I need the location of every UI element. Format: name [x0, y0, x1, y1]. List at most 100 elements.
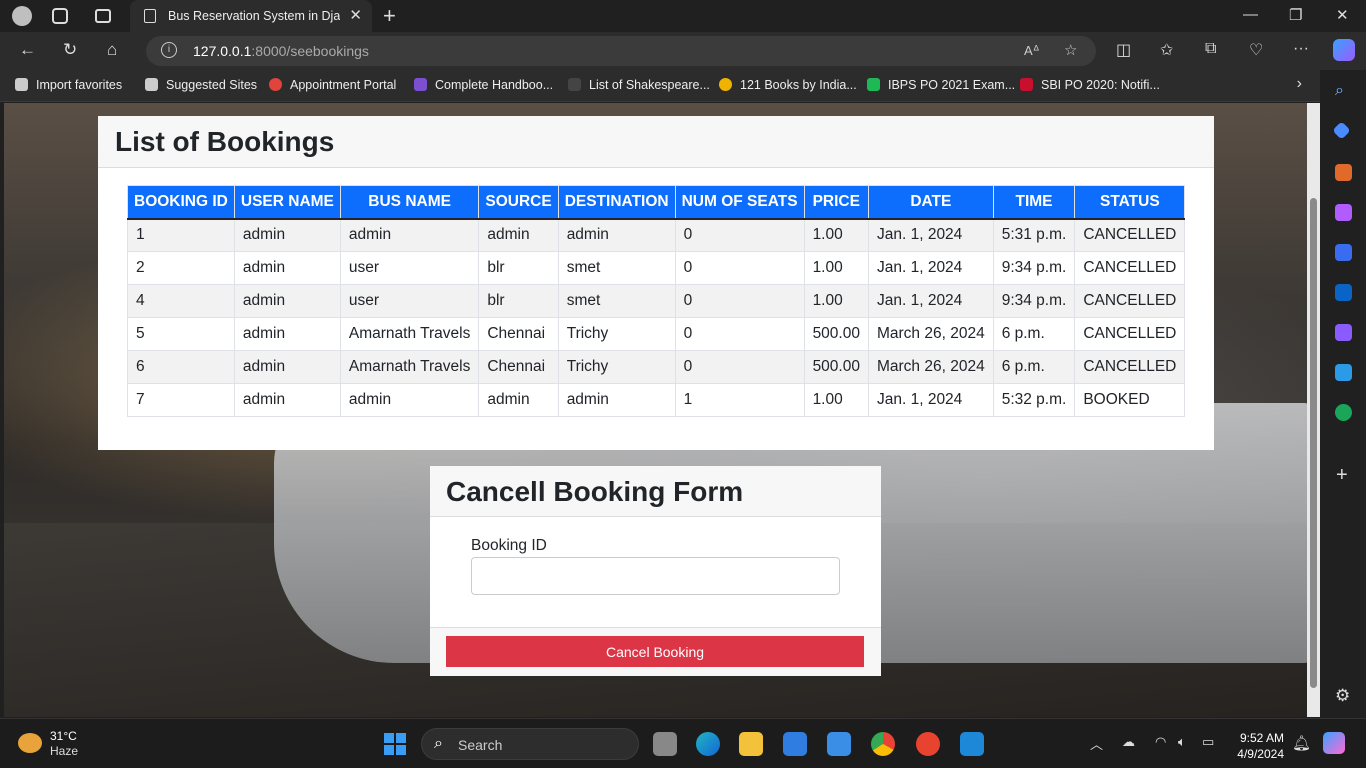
favorite-item[interactable]: IBPS PO 2021 Exam... [867, 78, 1015, 92]
task-view-icon[interactable] [653, 732, 677, 756]
table-row: 4 admin user blr smet 0 1.00 Jan. 1, 2024 9:34 p… [127, 284, 1186, 318]
table-cell: 6 p.m. [992, 350, 1076, 384]
favorite-item[interactable]: SBI PO 2020: Notifi... [1020, 78, 1160, 92]
games-icon[interactable] [1335, 204, 1352, 221]
copilot-icon[interactable] [1333, 39, 1355, 61]
favorite-item[interactable]: 121 Books by India... [719, 78, 857, 92]
favorite-item[interactable]: Appointment Portal [269, 78, 396, 92]
search-icon[interactable]: ⌕ [1335, 82, 1352, 99]
back-icon[interactable]: ← [19, 40, 36, 60]
page-icon [145, 78, 158, 91]
site-icon [867, 78, 880, 91]
scrollbar-thumb[interactable] [1310, 198, 1317, 688]
more-menu-icon[interactable]: ··· [1293, 40, 1309, 58]
edge-icon[interactable] [696, 732, 720, 756]
page-scrollbar[interactable] [1307, 103, 1320, 717]
notification-bell-icon[interactable]: 🔔︎ [1292, 734, 1311, 752]
table-cell: blr [478, 251, 559, 285]
onedrive-icon[interactable]: ☁ [1122, 734, 1135, 750]
cancel-booking-button[interactable]: Cancel Booking [446, 636, 864, 667]
refresh-icon[interactable]: ↻ [63, 40, 77, 60]
minimize-icon[interactable]: — [1243, 6, 1258, 23]
booking-id-input[interactable] [471, 557, 840, 595]
battery-icon[interactable]: ▭ [1202, 734, 1214, 750]
tools-icon[interactable] [1335, 164, 1352, 181]
m365-icon[interactable] [1335, 244, 1352, 261]
file-explorer-icon[interactable] [739, 732, 763, 756]
wifi-icon[interactable]: ◠ [1155, 734, 1166, 750]
table-cell: user [339, 284, 480, 318]
taskbar-clock[interactable]: 9:52 AM 4/9/2024 [1224, 730, 1284, 762]
table-cell: smet [557, 251, 676, 285]
start-button[interactable] [384, 733, 406, 755]
table-cell: user [339, 251, 480, 285]
tab-actions-icon[interactable] [95, 9, 111, 23]
home-icon[interactable]: ⌂ [107, 40, 117, 60]
mail-icon[interactable] [827, 732, 851, 756]
column-header: TIME [992, 185, 1076, 220]
favorite-item[interactable]: Import favorites [15, 78, 122, 92]
column-header: NUM OF SEATS [674, 185, 805, 220]
outlook-icon[interactable] [1335, 284, 1352, 301]
workspaces-icon[interactable] [52, 8, 68, 24]
site-info-icon[interactable]: i [161, 42, 177, 58]
table-cell: Jan. 1, 2024 [867, 251, 994, 285]
close-tab-icon[interactable]: ✕ [349, 6, 362, 24]
table-cell: 1.00 [803, 383, 869, 417]
new-tab-icon[interactable]: + [383, 3, 396, 29]
split-screen-icon[interactable]: ◫ [1116, 40, 1131, 60]
table-cell: Jan. 1, 2024 [867, 383, 994, 417]
favorites-icon[interactable]: ✩ [1160, 40, 1173, 60]
table-row: 2 admin user blr smet 0 1.00 Jan. 1, 2024 9:34 p… [127, 251, 1186, 285]
table-cell: March 26, 2024 [867, 317, 994, 351]
designer-icon[interactable] [1335, 324, 1352, 341]
table-cell: Jan. 1, 2024 [867, 284, 994, 318]
table-cell: admin [478, 383, 559, 417]
volume-muted-icon[interactable]: 🔈︎ [1178, 734, 1186, 750]
add-icon[interactable]: + [1336, 464, 1353, 486]
copilot-taskbar-icon[interactable] [1323, 732, 1345, 754]
vscode-icon[interactable] [960, 732, 984, 756]
site-icon [1020, 78, 1033, 91]
settings-icon[interactable]: ⚙ [1335, 686, 1352, 705]
booking-id-label: Booking ID [471, 537, 547, 554]
table-cell: 500.00 [803, 317, 869, 351]
collections-icon[interactable]: ⧉ [1205, 40, 1216, 58]
store-icon[interactable] [783, 732, 807, 756]
wps-office-icon[interactable] [916, 732, 940, 756]
table-cell: CANCELLED [1074, 350, 1186, 384]
favorite-star-icon[interactable]: ☆ [1064, 41, 1077, 59]
cancel-booking-card: Cancell Booking Form Booking ID Cancel B… [430, 466, 881, 676]
table-cell: Amarnath Travels [339, 317, 480, 351]
table-cell: blr [478, 284, 559, 318]
restore-icon[interactable]: ❐ [1289, 6, 1302, 24]
chevron-right-icon[interactable]: › [1297, 75, 1302, 93]
taskbar-search[interactable]: ⌕ Search [421, 728, 639, 760]
table-cell: 0 [674, 317, 805, 351]
tree-icon[interactable] [1335, 404, 1352, 421]
weather-condition: Haze [50, 744, 79, 758]
profile-icon[interactable] [12, 6, 32, 26]
bookings-card: List of Bookings BOOKING ID USER NAME BU… [98, 116, 1214, 450]
close-window-icon[interactable]: ✕ [1336, 6, 1349, 24]
favorite-item[interactable]: Complete Handboo... [414, 78, 553, 92]
navigation-bar: ← ↻ ⌂ i 127.0.0.1:8000/seebookings Aᐞ ☆ … [0, 32, 1366, 70]
site-icon [269, 78, 282, 91]
favorite-item[interactable]: Suggested Sites [145, 78, 257, 92]
chrome-icon[interactable] [871, 732, 895, 756]
table-cell: BOOKED [1074, 383, 1186, 417]
tag-icon[interactable] [1332, 121, 1351, 140]
table-cell: 1.00 [803, 251, 869, 285]
table-cell: admin [339, 383, 480, 417]
table-cell: 9:34 p.m. [992, 284, 1076, 318]
read-aloud-icon[interactable]: Aᐞ [1024, 43, 1040, 59]
favorite-item[interactable]: List of Shakespeare... [568, 78, 710, 92]
send-icon[interactable] [1335, 364, 1352, 381]
table-cell: 4 [127, 284, 235, 318]
browser-tab[interactable]: Bus Reservation System in Djang ✕ [130, 0, 372, 32]
address-bar[interactable]: i 127.0.0.1:8000/seebookings Aᐞ ☆ [146, 36, 1096, 66]
table-cell: 6 p.m. [992, 317, 1076, 351]
chevron-up-icon[interactable]: ︿ [1090, 734, 1103, 753]
performance-icon[interactable]: ♡ [1249, 40, 1263, 60]
table-cell: smet [557, 284, 676, 318]
